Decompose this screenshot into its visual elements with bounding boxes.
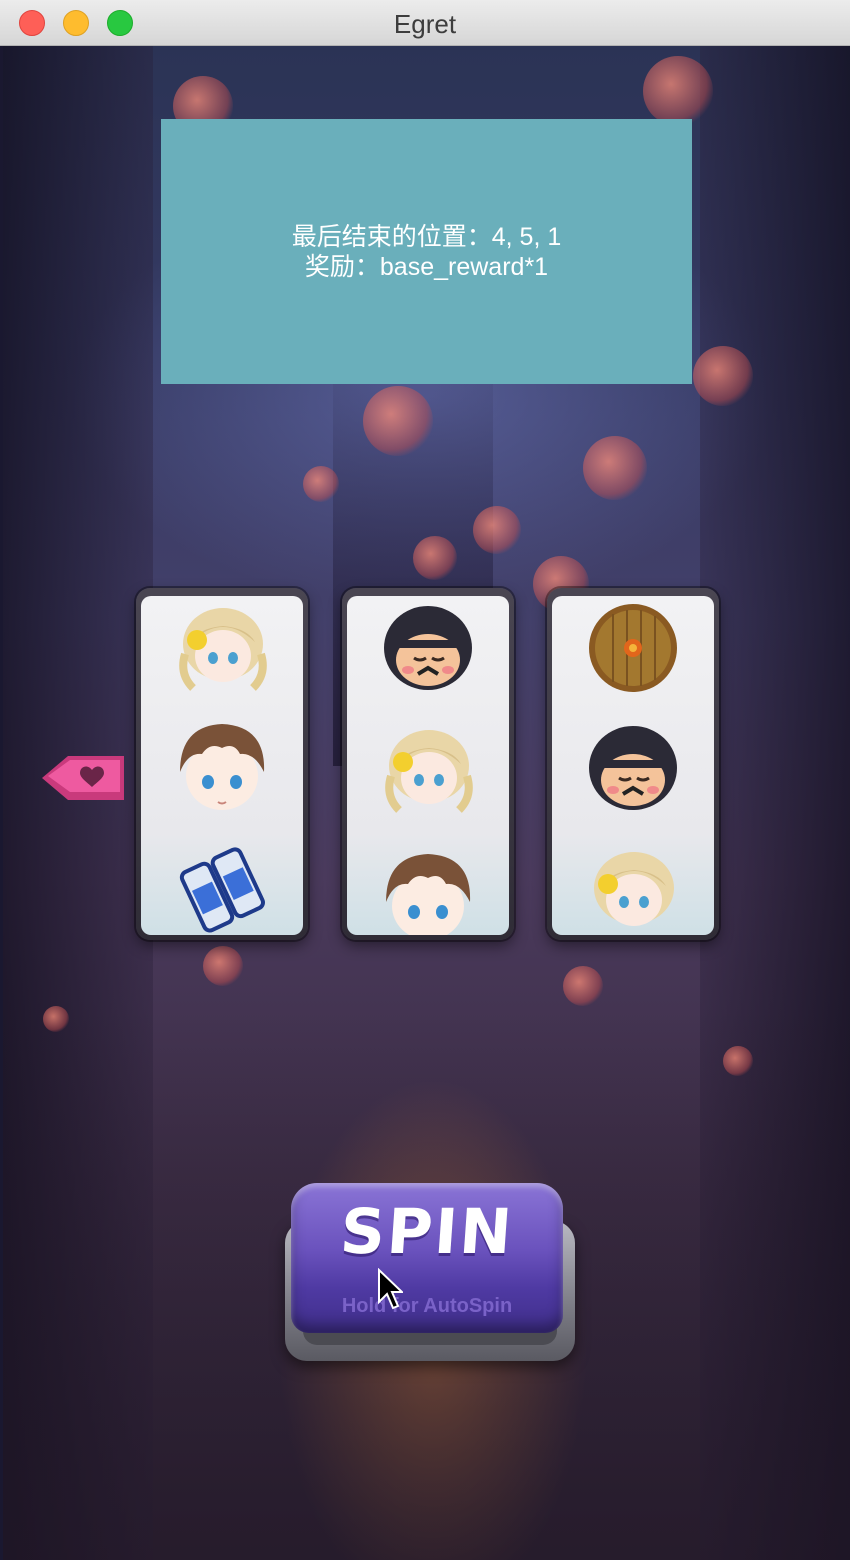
blonde-girl-icon bbox=[347, 718, 509, 828]
reward-text: 奖励：base_reward*1 bbox=[304, 252, 549, 281]
ninja-icon bbox=[552, 720, 714, 830]
blonde-girl-icon bbox=[141, 596, 303, 706]
autospin-hint: Hold for AutoSpin bbox=[341, 1295, 513, 1317]
ninja-icon bbox=[347, 600, 509, 710]
result-panel: 最后结束的位置：4, 5, 1 奖励：base_reward*1 bbox=[161, 119, 692, 384]
reel-2 bbox=[342, 588, 514, 940]
brown-hair-boy-icon bbox=[141, 714, 303, 824]
spin-button[interactable]: SPIN Hold for AutoSpin bbox=[275, 1183, 580, 1363]
window-title: Egret bbox=[393, 9, 457, 39]
spin-button-face[interactable]: SPIN Hold for AutoSpin bbox=[291, 1183, 563, 1333]
reel-1 bbox=[136, 588, 308, 940]
reel-3 bbox=[547, 588, 719, 940]
spin-label: SPIN bbox=[337, 1195, 517, 1268]
blonde-girl-icon bbox=[552, 840, 714, 935]
wooden-shield-icon bbox=[552, 598, 714, 708]
final-position-text: 最后结束的位置：4, 5, 1 bbox=[291, 222, 562, 251]
mouse-cursor-icon bbox=[378, 1268, 403, 1310]
pink-heart-arrow-icon bbox=[42, 756, 124, 800]
app-window: Egret 最后结束的位置：4, 5, 1 奖励：base_reward*1 S… bbox=[0, 0, 850, 1560]
brown-hair-boy-icon bbox=[347, 844, 509, 935]
title-bar: Egret bbox=[0, 0, 850, 46]
blue-cans-icon bbox=[141, 834, 303, 935]
